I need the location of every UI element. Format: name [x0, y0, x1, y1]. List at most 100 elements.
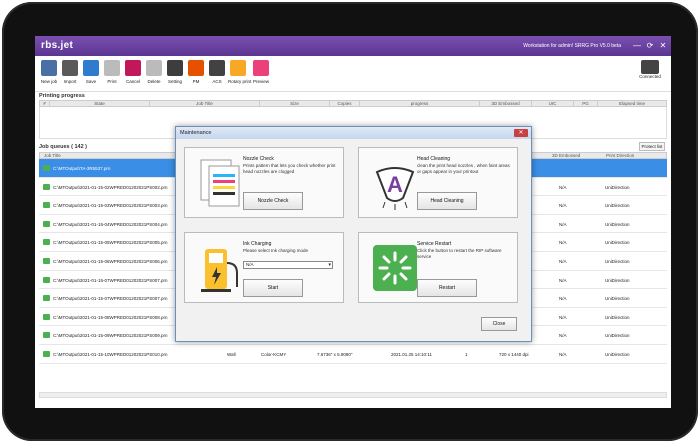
file-icon [43, 313, 50, 320]
app-logo: rbs.jet [41, 40, 74, 51]
col-uic: UIC [532, 101, 574, 106]
job-emboss: N/A [559, 314, 567, 320]
setting-button[interactable]: Setting [165, 60, 185, 84]
cancel-button[interactable]: Cancel [123, 60, 143, 84]
job-direction: UniDirection [605, 351, 630, 357]
app-screen: rbs.jet Workstation for admin! SRRG Pro … [35, 36, 671, 408]
minimize-button[interactable]: — [633, 41, 641, 50]
file-icon [43, 220, 50, 227]
close-button[interactable]: Close [481, 317, 517, 331]
job-copies: 1 [465, 351, 468, 357]
job-title: C:\MTOutput\2021-01-15-03WPRED01202021PS… [53, 203, 168, 209]
job-direction: UniDirection [605, 296, 630, 302]
dialog-close-icon[interactable]: ✕ [514, 129, 528, 137]
col-pg: PG [574, 101, 598, 106]
import-button[interactable]: Import [60, 60, 80, 84]
ink-charging-card: Ink Charging Please select Ink charging … [184, 232, 344, 303]
head-cleaning-title: Head Cleaning [417, 156, 451, 162]
delete-label: Delete [147, 79, 161, 84]
rotary-print-label: Rotary print [228, 79, 252, 84]
printer-status[interactable]: Connected [637, 60, 663, 80]
nozzle-check-card: Nozzle Check Prints pattern that lets yo… [184, 147, 344, 218]
pm-label: PM [192, 79, 200, 84]
save-icon [83, 60, 99, 76]
file-icon [43, 332, 50, 339]
svg-text:A: A [387, 172, 403, 197]
rotary-print-button[interactable]: Rotary print [228, 60, 252, 84]
job-emboss: N/A [559, 333, 567, 339]
job-title: C:\MTOutput\2021-01-15-05WPRED01202021PS… [53, 240, 168, 246]
setting-label: Setting [167, 79, 182, 84]
cancel-icon [125, 60, 141, 76]
acs-label: ACS [212, 79, 222, 84]
pm-button[interactable]: PM [186, 60, 206, 84]
protect-list-button[interactable]: Protect list [639, 142, 665, 151]
service-restart-desc: Click the button to restart the RIP soft… [417, 248, 502, 259]
ink-charging-desc: Please select Ink charging mode [243, 248, 309, 253]
col-job-title: Job Title [150, 101, 260, 106]
job-title: C:\MTOutput\TA-3R5537.prn [53, 166, 111, 171]
rotary-icon [230, 60, 246, 76]
job-direction: UniDirection [605, 333, 630, 339]
job-title: C:\MTOutput\2021-01-15-07WPRED01202021PS… [53, 277, 168, 283]
acs-icon [209, 60, 225, 76]
printer-status-label: Connected [639, 74, 661, 79]
print-icon [104, 60, 120, 76]
col-index: # [40, 101, 50, 106]
tablet-frame: rbs.jet Workstation for admin! SRRG Pro … [2, 2, 698, 441]
new-job-button[interactable]: New job [39, 60, 59, 84]
chevron-down-icon: ▾ [328, 262, 331, 268]
col-3d-embossed: 3D Embossed [480, 101, 532, 106]
close-window-button[interactable]: ✕ [659, 41, 667, 50]
trash-icon [146, 60, 162, 76]
printing-progress-header: # State Job Title Size Copies progress 3… [39, 100, 667, 107]
job-emboss: N/A [559, 240, 567, 246]
job-direction: UniDirection [605, 203, 630, 209]
new-job-label: New job [40, 79, 58, 84]
title-bar: rbs.jet Workstation for admin! SRRG Pro … [35, 36, 671, 56]
job-title: C:\MTOutput\2021-01-15-10WPRED01202021PS… [53, 351, 168, 357]
maintenance-dialog-title: Maintenance [176, 127, 531, 139]
ink-mode-value: N/A [246, 262, 254, 267]
job-title: C:\MTOutput\2021-01-15-04WPRED01202021PS… [53, 221, 168, 227]
col-elapsed-time: Elapsed time [618, 101, 645, 106]
job-date: 2021.01.25 14:10:11 [391, 351, 432, 357]
start-button[interactable]: Start [243, 279, 303, 297]
job-title: C:\MTOutput\2021-01-15-02WPRED01202021PS… [53, 184, 168, 190]
nozzle-check-title: Nozzle Check [243, 156, 274, 162]
restart-button[interactable]: Restart [417, 279, 477, 297]
file-icon [43, 350, 50, 357]
save-label: Save [85, 79, 97, 84]
printing-progress-label: Printing progress [39, 93, 85, 99]
head-cleaning-card: A Head Cleaning clean the print head noz… [358, 147, 518, 218]
table-row[interactable]: C:\MTOutput\2021-01-15-10WPRED01202021PS… [39, 345, 667, 364]
printer-icon [641, 60, 659, 74]
delete-button[interactable]: Delete [144, 60, 164, 84]
job-direction: UniDirection [605, 240, 630, 246]
version-text: Workstation for admin! SRRG Pro V5.0 bet… [523, 43, 621, 49]
new-job-icon [41, 60, 57, 76]
job-dpi: 720 x 1440 dpi [499, 351, 529, 357]
ink-mode-select[interactable]: N/A ▾ [243, 261, 333, 269]
save-button[interactable]: Save [81, 60, 101, 84]
job-emboss: N/A [559, 184, 567, 190]
service-restart-title: Service Restart [417, 241, 452, 247]
restore-button[interactable]: ⟳ [646, 41, 654, 50]
file-icon [43, 202, 50, 209]
acs-button[interactable]: ACS [207, 60, 227, 84]
preview-button[interactable]: Preview [251, 60, 271, 84]
job-emboss: N/A [559, 296, 567, 302]
service-restart-card: Service Restart Click the button to rest… [358, 232, 518, 303]
preview-icon [253, 60, 269, 76]
job-direction: UniDirection [605, 184, 630, 190]
job-queue-label: Job queues ( 142 ) [39, 144, 87, 150]
head-cleaning-button[interactable]: Head Cleaning [417, 192, 477, 210]
job-emboss: N/A [559, 351, 567, 357]
print-button[interactable]: Print [102, 60, 122, 84]
nozzle-check-desc: Prints pattern that lets you check wheth… [243, 163, 336, 174]
horizontal-scrollbar[interactable] [39, 392, 667, 398]
file-icon [43, 165, 50, 171]
nozzle-check-button[interactable]: Nozzle Check [243, 192, 303, 210]
job-direction: UniDirection [605, 314, 630, 320]
head-cleaning-icon: A [375, 167, 415, 210]
